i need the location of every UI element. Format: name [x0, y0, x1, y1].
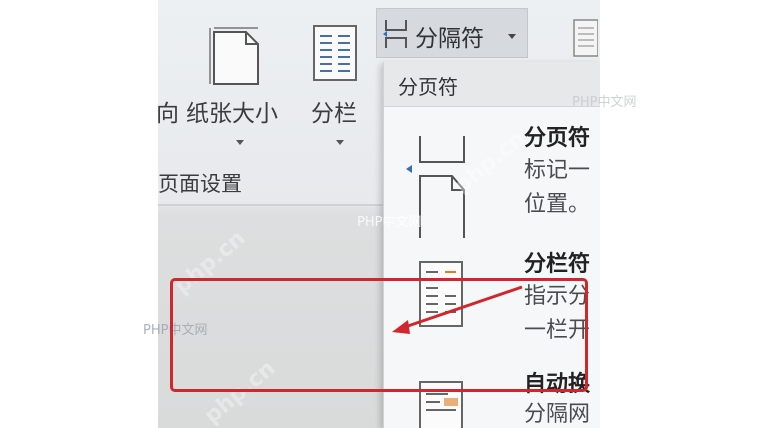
paper-size-icon[interactable] — [206, 26, 264, 88]
orientation-button-label[interactable]: 向 — [158, 94, 179, 128]
breaks-dropdown-arrow — [508, 34, 516, 39]
line-numbers-icon[interactable] — [572, 14, 598, 62]
columns-icon[interactable] — [310, 24, 360, 82]
menu-item-description: 标记一 — [524, 158, 591, 183]
menu-item-title: 分页符 — [524, 126, 591, 151]
menu-item-description: 分隔网 — [524, 402, 591, 427]
page-setup-group-label: 页面设置 — [158, 172, 242, 196]
watermark-text: PHP中文网 — [357, 215, 422, 230]
columns-button[interactable]: 分栏 — [311, 94, 357, 128]
highlight-rectangle — [170, 278, 588, 392]
menu-section-header: 分页符 — [384, 62, 600, 107]
menu-item-title: 分栏符 — [524, 252, 591, 277]
breaks-icon — [383, 20, 407, 48]
watermark-text: PHP中文网 — [572, 95, 637, 110]
paper-size-dropdown-arrow[interactable] — [236, 140, 244, 145]
breaks-button-label: 分隔符 — [415, 26, 484, 52]
paper-size-button[interactable]: 纸张大小 — [186, 94, 278, 128]
columns-dropdown-arrow[interactable] — [336, 140, 344, 145]
breaks-button[interactable]: 分隔符 — [376, 8, 528, 58]
menu-section-header-label: 分页符 — [398, 75, 458, 99]
menu-item-description: 位置。 — [524, 192, 591, 217]
